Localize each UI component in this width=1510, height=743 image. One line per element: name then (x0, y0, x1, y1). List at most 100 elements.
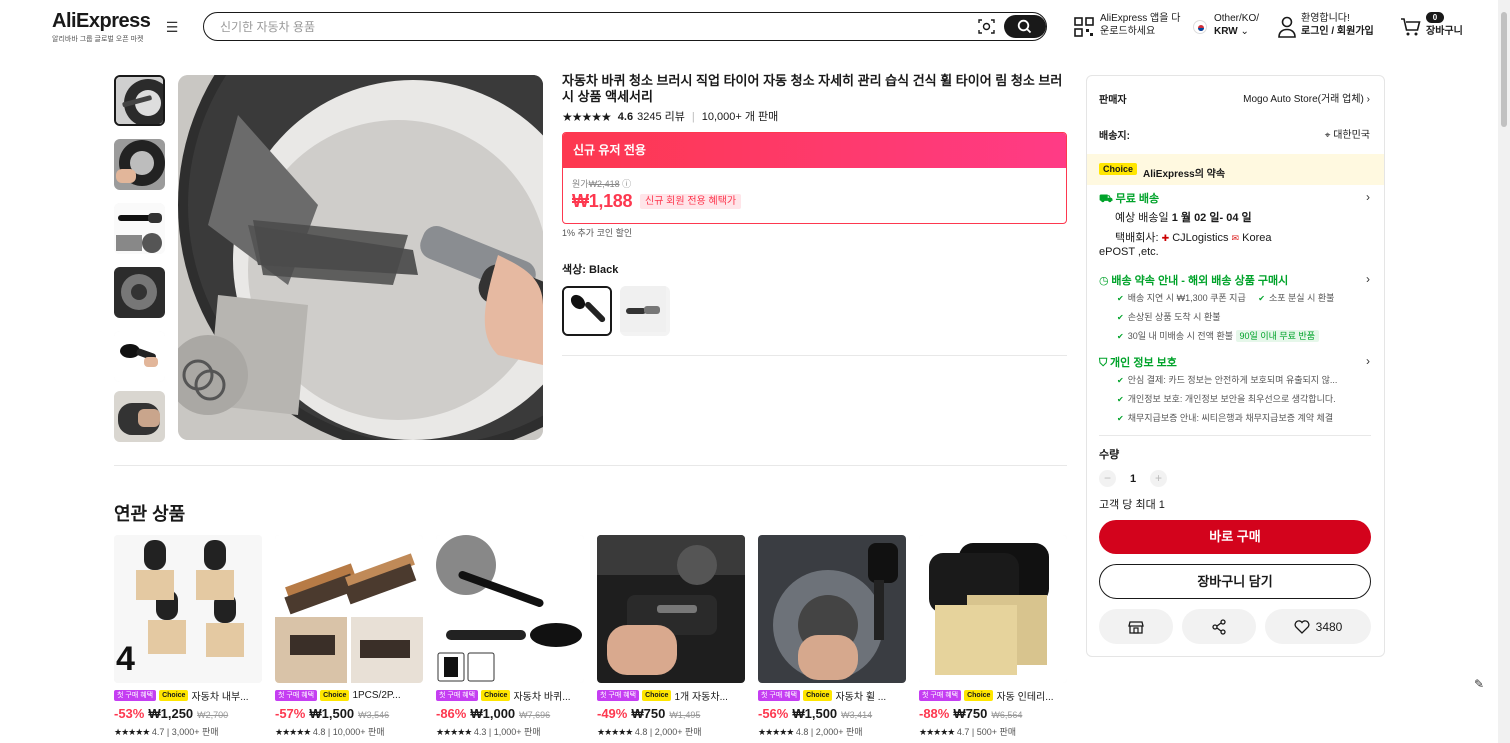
price-tag-badge: 신규 회원 전용 혜택가 (640, 194, 742, 209)
sold-count: 3,000+ 판매 (171, 727, 219, 737)
free-shipping-row[interactable]: ⛟ 무료 배송 (1099, 190, 1159, 207)
image-search-icon[interactable] (978, 18, 995, 35)
search-bar (203, 12, 1047, 41)
thumbnail-3[interactable] (114, 203, 165, 254)
color-option-black[interactable] (562, 286, 612, 336)
check-icon: ✔ (1117, 376, 1124, 385)
product-name: 1PCS/2P... (352, 689, 401, 701)
privacy-item: ✔ 개인정보 보호: 개인정보 보안을 최우선으로 생각합니다. (1117, 394, 1336, 404)
search-button[interactable] (1004, 14, 1046, 38)
thumbnail-2[interactable] (114, 139, 165, 190)
user-icon[interactable] (1277, 16, 1297, 38)
product-name: 자동차 내부... (191, 691, 249, 702)
check-icon: ✔ (1117, 332, 1124, 341)
info-icon[interactable]: ⓘ (622, 179, 631, 189)
quantity-value[interactable]: 1 (1128, 473, 1138, 485)
buy-now-button[interactable]: 바로 구매 (1099, 520, 1371, 554)
locale-selector[interactable]: Other/KO/ KRW ⌄ (1214, 12, 1259, 38)
rating-stars-icon: ★★★★★ (436, 727, 472, 737)
color-label: 색상: Black (562, 264, 619, 276)
original-price: ₩2,700 (197, 710, 229, 720)
account-link[interactable]: 환영합니다! 로그인 / 회원가입 (1301, 12, 1374, 38)
search-input[interactable] (220, 17, 960, 36)
app-download-line2: 운로드하세요 (1100, 26, 1156, 37)
login-signup-text: 로그인 / 회원가입 (1301, 26, 1374, 37)
product-name: 자동차 휠 ... (835, 691, 887, 702)
choice-promise-text: AliExpress의 약속 (1143, 169, 1226, 180)
product-name: 1개 자동차... (674, 691, 728, 702)
product-title: 자동차 바퀴 청소 브러시 직업 타이어 자동 청소 자세히 관리 습식 건식 … (562, 73, 1063, 104)
price: ₩1,250 (148, 706, 194, 721)
divider (562, 355, 1067, 356)
review-count[interactable]: 3245 리뷰 (637, 110, 685, 124)
related-product-card[interactable]: 첫 구매 혜택 Choice 1PCS/2P... -57% ₩1,500 ₩3,546… (275, 535, 423, 738)
store-button[interactable] (1099, 609, 1173, 644)
related-product-card[interactable]: 첫 구매 혜택 Choice 자동 인테리... -88% ₩750 ₩6,564 ★★… (919, 535, 1067, 738)
privacy-title: 개인 정보 보호 (1110, 357, 1177, 369)
product-image[interactable]: 4 (114, 535, 262, 683)
related-product-card[interactable]: 첫 구매 혜택 Choice 1개 자동차... -49% ₩750 ₩1,495 ★★… (597, 535, 745, 738)
sold-count: 10,000+ 개 판매 (701, 111, 779, 123)
scrollbar-thumb[interactable] (1501, 12, 1507, 127)
thumbnail-1[interactable] (114, 75, 165, 126)
aliexpress-logo[interactable]: AliExpress 알리바바 그룹 글로벌 오픈 마켓 (52, 10, 152, 44)
korea-post-logo-icon: ✉ (1231, 233, 1240, 243)
page-scrollbar[interactable] (1498, 0, 1510, 743)
qr-code-icon[interactable] (1074, 17, 1094, 37)
product-image[interactable] (597, 535, 745, 683)
first-purchase-tag: 첫 구매 혜택 (114, 689, 157, 701)
edit-icon[interactable]: ✎ (1469, 674, 1489, 694)
quantity-decrease-button[interactable]: − (1099, 470, 1116, 487)
chevron-right-icon[interactable]: › (1366, 190, 1370, 204)
cart-icon[interactable] (1400, 17, 1422, 37)
chevron-right-icon[interactable]: › (1366, 354, 1370, 368)
main-product-image[interactable] (178, 75, 543, 440)
rating-value: 4.8 (312, 727, 326, 737)
ship-to-selector[interactable]: ⌖ 대한민국 (1325, 126, 1370, 141)
share-button[interactable] (1182, 609, 1256, 644)
carrier-prefix: 택배회사: (1115, 232, 1159, 244)
promo-title: 신규 유저 전용 (563, 133, 1066, 168)
carrier-3: ePOST ,etc. (1099, 246, 1159, 258)
product-image[interactable] (436, 535, 584, 683)
thumbnail-4[interactable] (114, 267, 165, 318)
ship-to-country: 대한민국 (1333, 130, 1370, 141)
cart-label[interactable]: 장바구니 (1426, 25, 1463, 38)
price: ₩1,500 (309, 706, 355, 721)
quantity-increase-button[interactable]: + (1150, 470, 1167, 487)
privacy-row[interactable]: ⛉ 개인 정보 보호 (1099, 354, 1177, 370)
related-product-card[interactable]: 첫 구매 혜택 Choice 자동차 휠 ... -56% ₩1,500 ₩3,414 … (758, 535, 906, 738)
thumbnail-5[interactable] (114, 331, 165, 382)
thumbnail-6[interactable] (114, 391, 165, 442)
quantity-stepper: − 1 + (1099, 470, 1167, 487)
wishlist-button[interactable]: 3480 (1265, 609, 1371, 644)
delivery-promise-row[interactable]: ◷ 배송 약속 안내 - 해외 배송 상품 구매시 (1099, 272, 1288, 288)
product-image[interactable] (275, 535, 423, 683)
related-product-card[interactable]: 첫 구매 혜택 Choice 자동차 바퀴... -86% ₩1,000 ₩7,696 … (436, 535, 584, 738)
choice-tag: Choice (159, 689, 189, 701)
discount: -49% (597, 706, 628, 721)
product-image[interactable] (758, 535, 906, 683)
seller-link[interactable]: Mogo Auto Store(거래 업체) › (1243, 90, 1370, 105)
menu-icon[interactable]: ☰ (164, 19, 180, 35)
truck-icon: ⛟ (1099, 193, 1113, 205)
price: ₩1,000 (470, 706, 516, 721)
color-option-gray[interactable] (620, 286, 670, 336)
first-purchase-tag: 첫 구매 혜택 (436, 689, 479, 701)
logo-tagline: 알리바바 그룹 글로벌 오픈 마켓 (52, 36, 144, 43)
chevron-right-icon[interactable]: › (1366, 272, 1370, 286)
discount: -53% (114, 706, 145, 721)
app-download-link[interactable]: AliExpress 앱을 다 운로드하세요 (1100, 12, 1180, 38)
related-product-card[interactable]: 4 첫 구매 혜택 Choice 자동차 내부... -53% ₩1,250 ₩2,70… (114, 535, 262, 738)
rating-value: 4.3 (473, 727, 487, 737)
svg-text:4: 4 (116, 640, 135, 678)
currency-label: KRW (1214, 26, 1238, 37)
carrier-2: Korea (1242, 232, 1272, 244)
eta-dates: 1 월 02 일- 04 일 (1171, 212, 1252, 224)
add-to-cart-button[interactable]: 장바구니 담기 (1099, 564, 1371, 599)
rating-value: 4.7 (151, 727, 165, 737)
choice-tag: Choice (320, 689, 350, 701)
product-image[interactable] (919, 535, 1067, 683)
sold-count: 10,000+ 판매 (332, 727, 385, 737)
logo-text: AliExpress (52, 10, 151, 32)
